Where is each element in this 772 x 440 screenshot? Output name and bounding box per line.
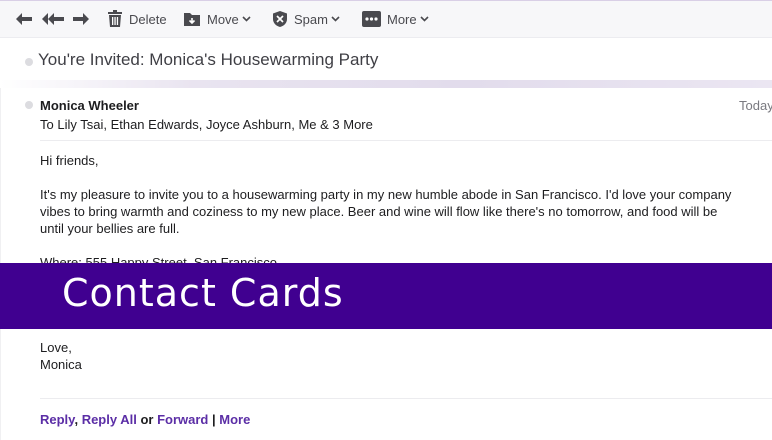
signature: Monica [40,357,82,372]
move-button[interactable]: Move [183,0,251,38]
spam-button[interactable]: Spam [272,0,340,38]
shield-spam-icon [272,10,288,28]
delete-label: Delete [129,11,167,27]
greeting: Hi friends, [40,153,99,168]
chevron-down-icon [331,16,340,22]
trash-icon [107,10,123,28]
thread-divider [0,80,772,88]
body-line-1: It's my pleasure to invite you to a hous… [40,187,732,202]
sender-name[interactable]: Monica Wheeler [40,98,139,113]
reply-all-button[interactable] [41,0,65,38]
move-label: Move [207,11,239,27]
chevron-down-icon [420,16,429,22]
forward-link[interactable]: Forward [157,412,208,427]
more-dots-icon [362,11,381,27]
footer-divider [40,398,772,399]
body-line-3: until your bellies are full. [40,221,180,236]
spam-label: Spam [294,11,328,27]
reply-all-icon [41,11,65,27]
message-date: Today [739,98,772,113]
reply-button[interactable] [14,0,34,38]
header-divider [40,140,772,141]
delete-button[interactable]: Delete [107,0,167,38]
recipients-line[interactable]: To Lily Tsai, Ethan Edwards, Joyce Ashbu… [40,117,373,132]
unread-dot-icon [25,58,33,66]
more-button[interactable]: More [362,0,429,38]
comma-separator: , [74,412,79,427]
more-link[interactable]: More [219,412,250,427]
or-separator: or [140,412,154,427]
signoff: Love, [40,340,72,355]
chevron-down-icon [242,16,251,22]
reply-actions: Reply, Reply All or Forward | More [40,412,250,427]
reply-icon [14,11,34,27]
forward-icon [71,11,91,27]
reply-link[interactable]: Reply [40,412,74,427]
more-label: More [387,11,417,27]
reply-all-link[interactable]: Reply All [82,412,137,427]
email-subject: You're Invited: Monica's Housewarming Pa… [38,50,379,69]
banner-title: Contact Cards [62,271,344,315]
body-line-2: vibes to bring warmth and coziness to my… [40,204,718,219]
forward-button[interactable] [71,0,91,38]
message-dot-icon [25,101,33,109]
pipe-separator: | [212,412,216,427]
folder-move-icon [183,11,201,27]
